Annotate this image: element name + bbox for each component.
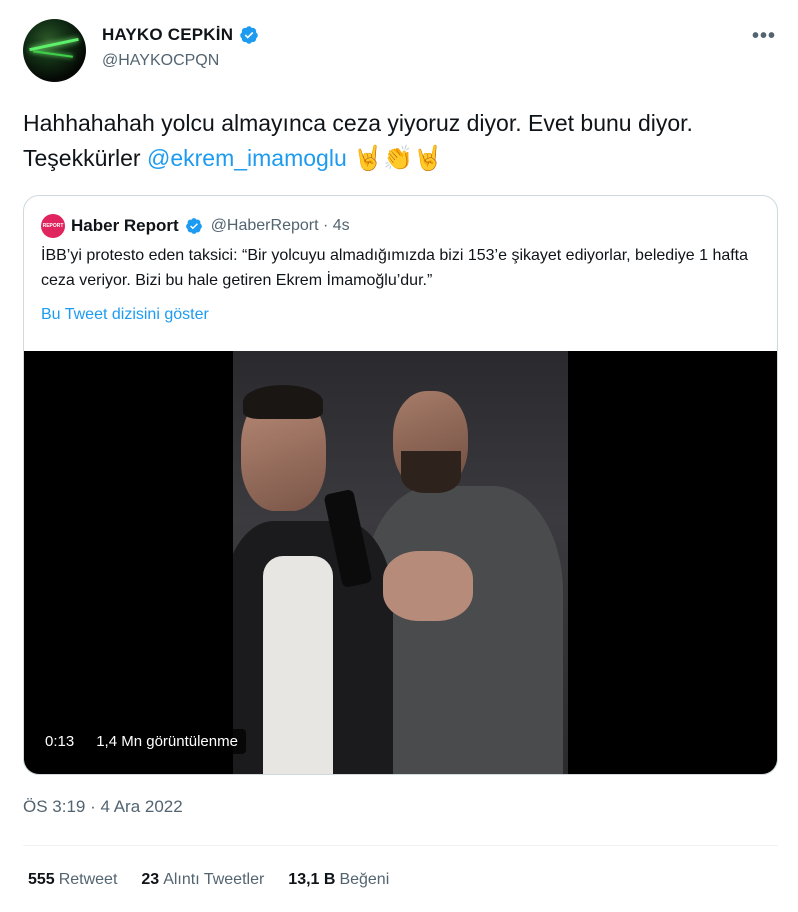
retweets-count: 555: [28, 871, 55, 888]
video-hand-shape: [383, 551, 473, 621]
quoted-author-name: Haber Report: [71, 216, 179, 235]
video-info-badges: 0:13 1,4 Mn görüntülenme: [37, 729, 246, 754]
mention-link[interactable]: @ekrem_imamoglu: [147, 145, 347, 171]
avatar-laser-decoration: [29, 37, 79, 52]
video-person-shape: [263, 556, 333, 774]
tweet-timestamp[interactable]: ÖS 3:19 · 4 Ara 2022: [23, 797, 183, 817]
likes-count: 13,1 B: [288, 871, 336, 888]
more-options-icon[interactable]: •••: [752, 25, 776, 48]
author-display-name[interactable]: HAYKO CEPKİN: [102, 25, 233, 45]
tweet-emojis: 🤘👏🤘: [346, 145, 444, 172]
quote-tweets-stat[interactable]: 23 Alıntı Tweetler: [141, 871, 264, 889]
verified-badge-icon: [185, 218, 202, 234]
quoted-author-handle: @HaberReport · 4s: [210, 217, 350, 234]
likes-stat[interactable]: 13,1 B Beğeni: [288, 871, 389, 889]
avatar-laser-decoration: [33, 50, 73, 58]
quoted-author-avatar: REPORT: [41, 214, 65, 238]
retweets-label: Retweet: [58, 871, 118, 888]
video-duration: 0:13: [37, 729, 83, 754]
video-views: 1,4 Mn görüntülenme: [88, 729, 246, 754]
tweet-text: Hahhahahah yolcu almayınca ceza yiyoruz …: [23, 106, 763, 176]
divider: [23, 845, 778, 846]
show-thread-link[interactable]: Bu Tweet dizisini göster: [41, 306, 209, 324]
video-person-shape: [363, 486, 563, 774]
video-player[interactable]: 0:13 1,4 Mn görüntülenme: [24, 351, 777, 774]
author-handle[interactable]: @HAYKOCPQN: [102, 52, 219, 70]
author-name-row[interactable]: HAYKO CEPKİN: [102, 25, 259, 45]
quoted-tweet-header: REPORT Haber Report @HaberReport · 4s: [41, 214, 350, 238]
retweets-stat[interactable]: 555 Retweet: [28, 871, 117, 889]
quoted-tweet-text: İBB’yi protesto eden taksici: “Bir yolcu…: [41, 247, 749, 289]
video-person-shape: [243, 385, 323, 419]
quotes-label: Alıntı Tweetler: [163, 871, 265, 888]
quotes-count: 23: [141, 871, 160, 888]
video-person-shape: [401, 451, 461, 493]
video-frame: [233, 351, 568, 774]
verified-badge-icon: [240, 26, 258, 44]
likes-label: Beğeni: [339, 871, 390, 888]
tweet-stats: 555 Retweet 23 Alıntı Tweetler 13,1 B Beğen…: [28, 871, 389, 889]
quoted-tweet[interactable]: REPORT Haber Report @HaberReport · 4s İB…: [23, 195, 778, 775]
author-avatar[interactable]: [23, 19, 86, 82]
